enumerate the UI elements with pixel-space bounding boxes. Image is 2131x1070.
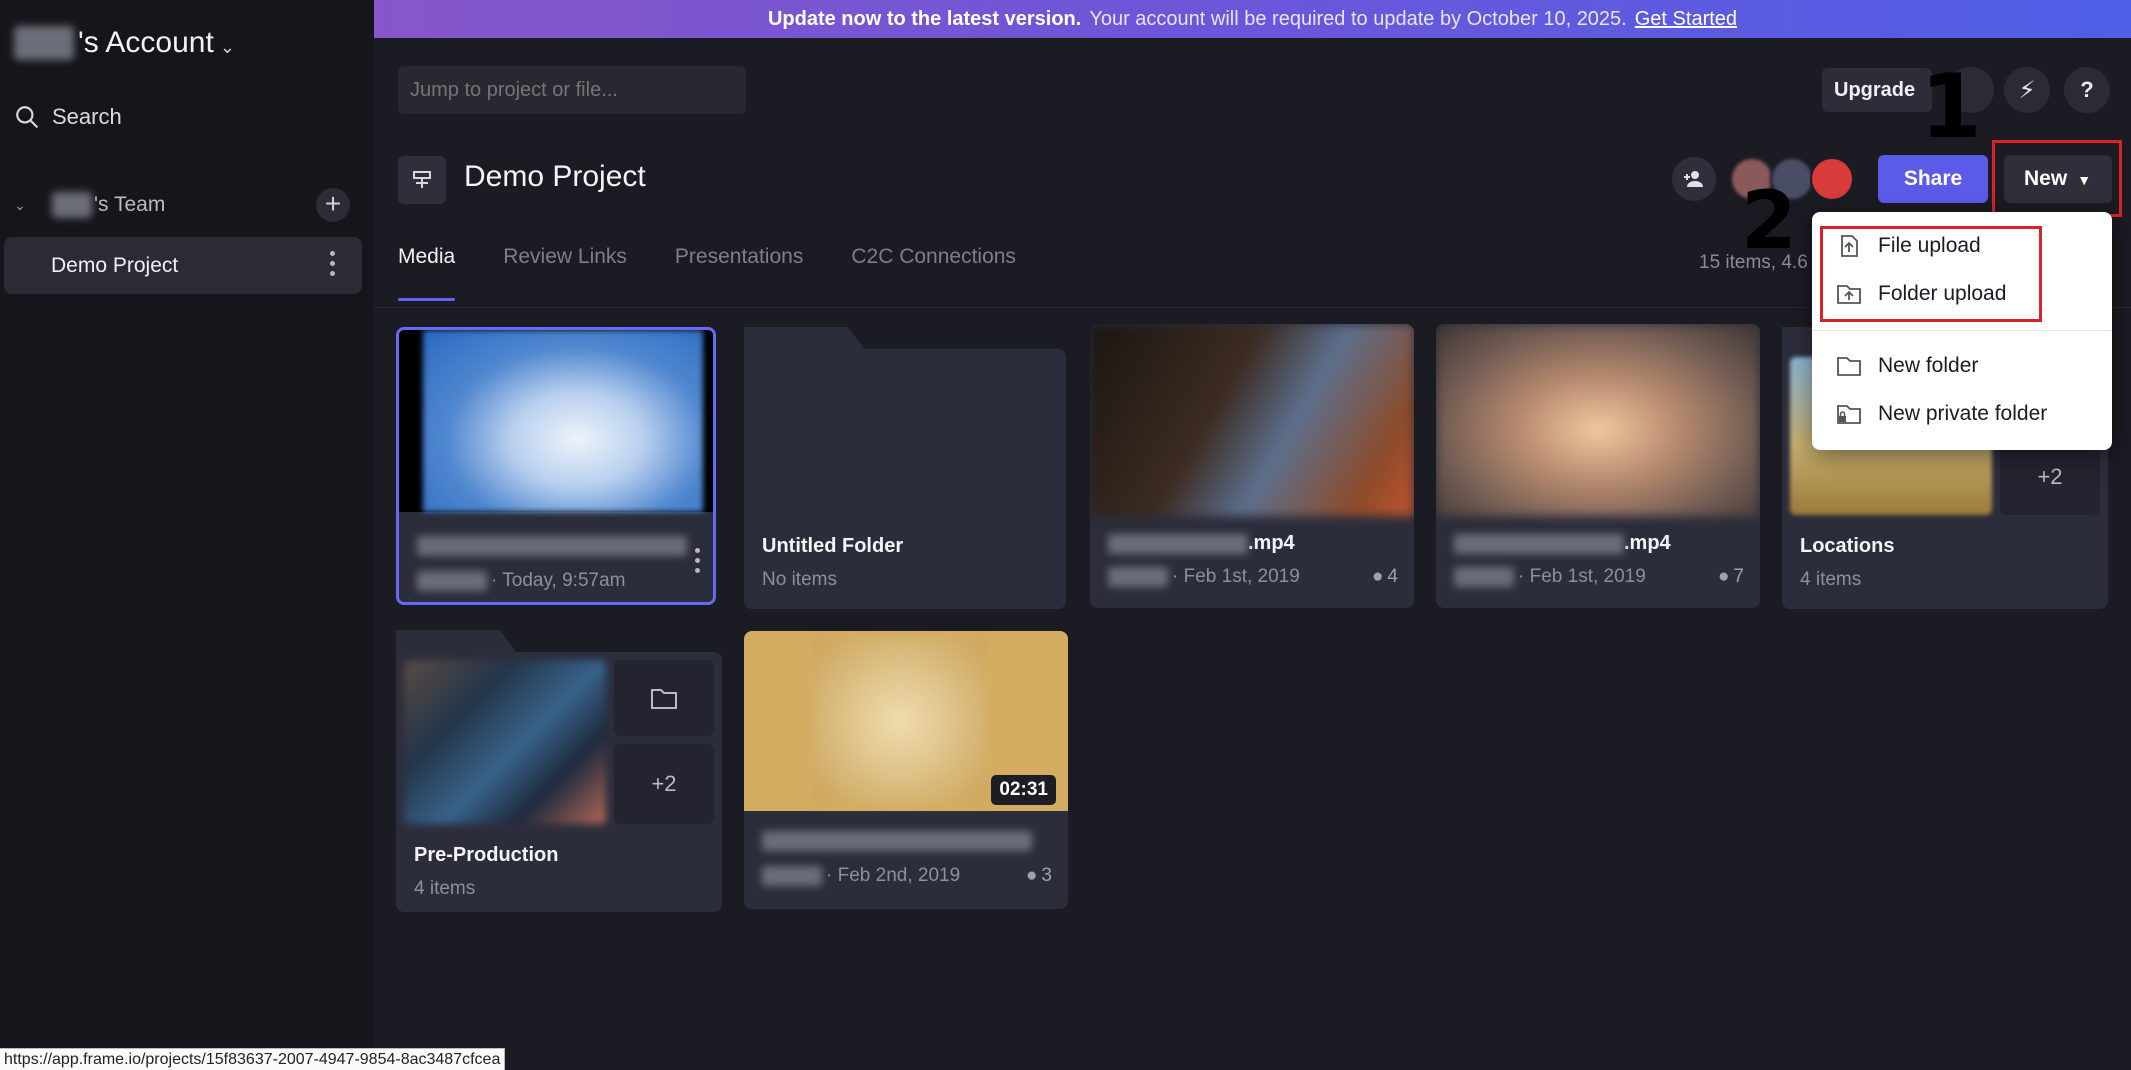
account-name-suffix: 's Account — [78, 26, 214, 59]
comment-icon: ● — [1025, 865, 1038, 886]
file-meta: · Feb 1st, 2019 — [1454, 566, 1646, 588]
update-banner: Update now to the latest version. Your a… — [374, 0, 2131, 38]
more-count: +2 — [2000, 439, 2100, 515]
file-meta: · Feb 2nd, 2019 — [762, 865, 960, 887]
folder-meta: 4 items — [414, 878, 476, 899]
folder-name: Locations — [1800, 535, 1895, 557]
file-name — [762, 831, 1032, 851]
tab-c2c-connections[interactable]: C2C Connections — [851, 245, 1016, 283]
sidebar-item-demo-project[interactable]: Demo Project — [4, 237, 362, 294]
project-icon — [398, 156, 446, 204]
private-folder-icon — [1837, 405, 1861, 424]
menu-item-label: New folder — [1878, 354, 1979, 377]
team-row[interactable]: ⌄ 's Team + — [14, 188, 350, 222]
media-card[interactable]: 02:31 · Feb 2nd, 2019 ● 3 — [744, 631, 1068, 909]
folder-card[interactable]: +2 Pre-Production 4 items — [396, 630, 722, 912]
banner-text: Your account will be required to update … — [1089, 7, 1627, 30]
file-meta: · Feb 1st, 2019 — [1108, 566, 1300, 588]
share-button[interactable]: Share — [1878, 155, 1988, 203]
redacted-account-name — [14, 26, 74, 60]
duration-badge: 02:31 — [991, 775, 1056, 805]
jump-to-search-input[interactable] — [398, 66, 746, 114]
tab-presentations[interactable]: Presentations — [675, 245, 803, 283]
add-user-icon — [1684, 171, 1703, 187]
file-name — [417, 536, 687, 556]
project-title: Demo Project — [464, 160, 646, 193]
comment-count: ● 7 — [1717, 566, 1744, 587]
folder-card[interactable]: Untitled Folder No items — [744, 327, 1066, 609]
items-summary: 15 items, 4.6 — [1699, 252, 1808, 273]
browser-status-url: https://app.frame.io/projects/15f83637-2… — [0, 1048, 506, 1070]
menu-item-new-private-folder[interactable]: New private folder — [1836, 394, 2047, 434]
account-switcher[interactable]: 's Account ⌄ — [14, 18, 235, 68]
redacted-team-name — [52, 192, 92, 218]
thumbnail: 02:31 — [744, 631, 1068, 811]
folder-preview — [404, 660, 606, 824]
folder-icon — [1837, 357, 1861, 376]
media-tabs: Media Review Links Presentations C2C Con… — [398, 245, 1016, 301]
invite-user-button[interactable] — [1672, 157, 1716, 201]
thumbnail — [1436, 324, 1760, 516]
menu-item-new-folder[interactable]: New folder — [1836, 346, 1978, 386]
tab-review-links[interactable]: Review Links — [503, 245, 627, 283]
search-label: Search — [52, 104, 122, 129]
folder-name: Untitled Folder — [762, 535, 904, 557]
menu-item-label: New private folder — [1878, 402, 2048, 425]
sidebar-item-label: Demo Project — [51, 253, 179, 277]
tab-media[interactable]: Media — [398, 245, 456, 301]
file-name: .mp4 — [1454, 532, 1671, 555]
sidebar-search[interactable]: Search — [14, 104, 122, 130]
folder-meta: No items — [762, 569, 837, 590]
chevron-down-icon: ⌄ — [219, 36, 235, 57]
help-icon[interactable]: ? — [2064, 67, 2110, 113]
file-name: .mp4 — [1108, 532, 1295, 555]
avatar[interactable] — [1810, 157, 1854, 201]
comment-count: ● 4 — [1371, 566, 1398, 587]
comment-icon: ● — [1717, 566, 1730, 587]
more-options-icon[interactable] — [695, 548, 701, 573]
folder-meta: 4 items — [1800, 569, 1862, 590]
media-card[interactable]: .mp4 · Feb 1st, 2019 ● 7 — [1436, 324, 1760, 608]
sidebar: 's Account ⌄ Search ⌄ 's Team + Demo Pro… — [0, 0, 374, 1070]
collapse-caret-icon[interactable]: ⌄ — [14, 197, 34, 214]
banner-headline: Update now to the latest version. — [767, 7, 1082, 30]
folder-icon — [614, 660, 714, 736]
menu-divider — [1812, 330, 2112, 331]
more-options-icon[interactable] — [330, 251, 336, 276]
comment-icon: ● — [1371, 566, 1384, 587]
get-started-link[interactable]: Get Started — [1635, 8, 1737, 31]
more-count: +2 — [614, 744, 714, 824]
comment-count: ● 3 — [1025, 865, 1052, 886]
team-name-suffix: 's Team — [94, 193, 166, 216]
annotation-highlight-new — [1992, 140, 2122, 217]
annotation-badge-1: 1 — [1920, 55, 1982, 158]
thumbnail — [1090, 324, 1414, 516]
add-project-button[interactable]: + — [316, 188, 350, 222]
annotation-highlight-upload — [1820, 226, 2042, 322]
media-card[interactable]: .mp4 · Feb 1st, 2019 ● 4 — [1090, 324, 1414, 608]
file-meta: · Today, 9:57am — [417, 570, 625, 592]
media-card[interactable]: · Today, 9:57am — [396, 327, 716, 605]
search-icon — [16, 106, 38, 128]
thumbnail — [399, 330, 713, 512]
bolt-icon[interactable]: ⚡ — [2004, 67, 2050, 113]
folder-name: Pre-Production — [414, 844, 559, 866]
